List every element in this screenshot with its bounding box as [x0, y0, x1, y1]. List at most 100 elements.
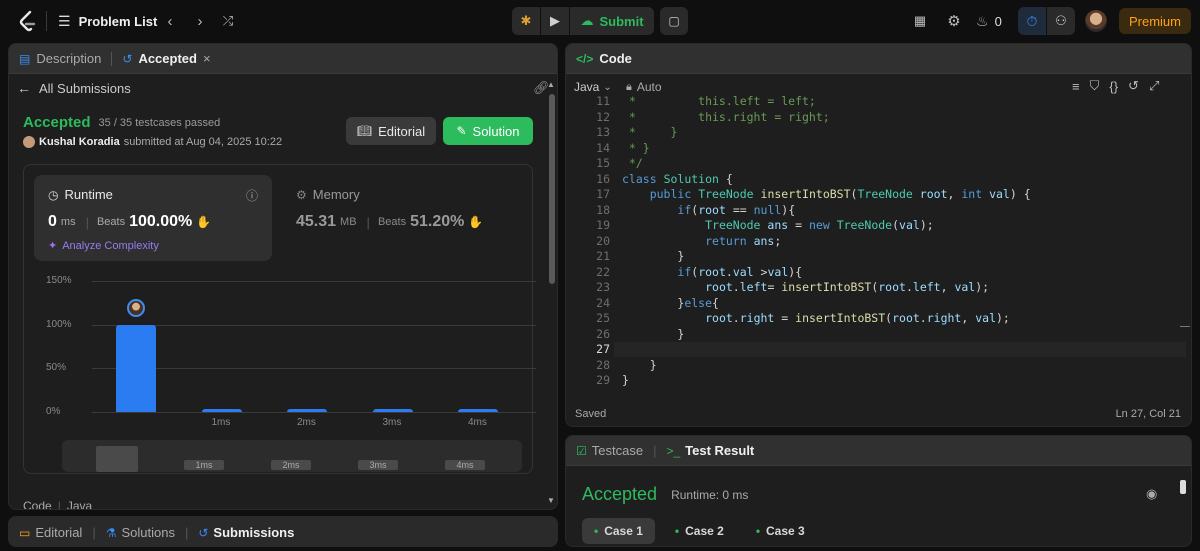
scrollbar-thumb[interactable] [1180, 480, 1186, 494]
clap-icon: ✋ [196, 215, 212, 229]
line-number: 24 [596, 295, 610, 310]
eye-icon[interactable]: ◉ [1146, 486, 1157, 502]
chart-bar[interactable] [287, 409, 327, 412]
close-icon[interactable]: × [203, 51, 211, 66]
language-selector[interactable]: Java ⌄ [574, 80, 612, 94]
settings-gear-icon[interactable]: ⚙ [940, 7, 968, 35]
tab-accepted[interactable]: ↺ Accepted × [122, 51, 210, 66]
code-text: public TreeNode insertIntoBST(TreeNode r… [649, 187, 1031, 201]
scroll-up-icon[interactable]: ▲ [547, 80, 555, 89]
chevron-down-icon: ⌄ [603, 81, 612, 93]
saved-status: Saved [575, 408, 607, 420]
code-line[interactable]: 16 class Solution { [574, 172, 1174, 188]
streak-count: 0 [994, 13, 1002, 29]
case-tab[interactable]: • Case 1 [582, 518, 655, 544]
solution-button[interactable]: ✎ Solution [443, 117, 533, 145]
memory-header: ⚙ Memory [296, 187, 360, 202]
scrollbar-thumb[interactable] [549, 94, 555, 284]
info-icon[interactable]: ⓘ [246, 187, 258, 204]
leetcode-logo-icon[interactable] [14, 7, 42, 35]
shuffle-icon[interactable]: ⤮ [214, 7, 242, 35]
code-line[interactable]: 18 if(root == null){ [574, 203, 1174, 219]
line-number: 11 [596, 94, 610, 108]
memory-card[interactable]: ⚙ Memory 45.31 MB | Beats 51.20% ✋ [286, 175, 524, 261]
code-line[interactable]: 28 } [574, 358, 1174, 374]
timer-button[interactable]: ⏱ [1018, 7, 1046, 35]
code-panel: </> Code Java ⌄ 🔒︎ Auto ≡ ⛉ {} ↺ ⤢ 11 * … [565, 43, 1192, 427]
case-tab[interactable]: • Case 2 [663, 518, 736, 544]
code-text: * } [622, 140, 650, 155]
all-submissions-link[interactable]: ← All Submissions [17, 80, 131, 96]
run-button[interactable]: ▶ [541, 7, 569, 35]
overview-label: 1ms [184, 460, 224, 470]
document-icon: ▤ [19, 51, 31, 66]
code-line[interactable]: 14 * } [574, 141, 1174, 157]
fullscreen-icon[interactable]: ⤢ [1149, 78, 1159, 94]
divider [46, 11, 47, 31]
code-line[interactable]: 21 } [574, 249, 1174, 265]
layout-grid-icon[interactable]: ▦ [906, 7, 934, 35]
chart-bar[interactable] [372, 409, 413, 412]
format-icon[interactable]: ≡ [1072, 79, 1080, 94]
notes-button[interactable]: ▢ [660, 7, 688, 35]
code-line[interactable]: 23 root.left= insertIntoBST(root.left, v… [574, 280, 1174, 296]
code-line[interactable]: 20 return ans; [574, 234, 1174, 250]
chart-bar[interactable] [116, 324, 156, 412]
add-collaborator-button[interactable]: ⚇ [1047, 7, 1075, 35]
code-line[interactable]: 15 */ [574, 156, 1174, 172]
line-number: 26 [596, 326, 610, 341]
chevron-right-icon[interactable]: › [186, 7, 214, 35]
avatar[interactable] [1085, 10, 1107, 32]
code-text: } [622, 326, 685, 341]
left-panel-tabs: ▤ Description ↺ Accepted × [9, 44, 557, 74]
scroll-down-icon[interactable]: ▼ [547, 496, 555, 505]
code-line[interactable]: 17 public TreeNode insertIntoBST(TreeNod… [574, 187, 1174, 203]
code-line[interactable]: 26 } [574, 327, 1174, 343]
code-line[interactable]: 19 TreeNode ans = new TreeNode(val); [574, 218, 1174, 234]
overview-selection[interactable] [96, 446, 138, 472]
analyze-complexity-link[interactable]: ✦ Analyze Complexity [48, 239, 159, 253]
streak-counter[interactable]: ♨ 0 [976, 7, 1002, 35]
auto-mode[interactable]: 🔒︎ Auto [626, 80, 662, 94]
code-text: }else{ [622, 295, 719, 310]
tab-testcase[interactable]: ☑ Testcase [576, 443, 643, 458]
chart-bar[interactable] [201, 409, 242, 412]
overview-label: 4ms [445, 460, 485, 470]
chevron-left-icon[interactable]: ‹ [156, 7, 184, 35]
tab-submissions[interactable]: ↺ Submissions [198, 525, 294, 540]
editorial-button[interactable]: 📖︎ Editorial [346, 117, 436, 145]
debug-button[interactable]: ✱ [512, 7, 540, 35]
premium-button[interactable]: Premium [1119, 8, 1191, 34]
code-line[interactable]: 29} [574, 373, 1174, 389]
code-line[interactable]: 12 * this.right = right; [574, 110, 1174, 126]
tab-solutions[interactable]: ⚗ Solutions [106, 525, 175, 540]
code-line[interactable]: 11 * this.left = left; [574, 94, 1174, 110]
submission-panel: ▤ Description ↺ Accepted × ← All Submiss… [8, 43, 558, 510]
username[interactable]: Kushal Koradia [39, 136, 120, 148]
code-line[interactable]: 13 * } [574, 125, 1174, 141]
bookmark-icon[interactable]: ⛉ [1090, 78, 1100, 94]
chart-overview-strip[interactable]: 1ms 2ms 3ms 4ms [62, 440, 522, 472]
code-text: root.left= insertIntoBST(root.left, val)… [705, 280, 990, 294]
problem-list-button[interactable]: ☰ Problem List [58, 7, 157, 35]
submit-button[interactable]: ☁ Submit [570, 7, 654, 35]
terminal-icon: >_ [666, 443, 681, 458]
line-number: 27 [596, 342, 610, 356]
x-tick-label: 2ms [297, 417, 316, 428]
runtime-card[interactable]: ◷ Runtime ⓘ 0 ms | Beats 100.00% ✋ ✦ Ana… [34, 175, 272, 261]
tab-description[interactable]: ▤ Description [19, 51, 101, 66]
mode-label: Auto [636, 80, 662, 94]
braces-icon[interactable]: {} [1109, 79, 1118, 94]
tab-editorial[interactable]: ▭ Editorial [19, 525, 82, 540]
line-number: 18 [596, 202, 610, 217]
code-line[interactable]: 25 root.right = insertIntoBST(root.right… [574, 311, 1174, 327]
chart-bar[interactable] [458, 409, 498, 412]
y-tick-label: 0% [46, 406, 61, 417]
case-tab[interactable]: • Case 3 [744, 518, 817, 544]
clap-icon: ✋ [468, 215, 484, 229]
line-number: 17 [596, 187, 610, 201]
reset-icon[interactable]: ↺ [1128, 78, 1139, 94]
code-line[interactable]: 22 if(root.val >val){ [574, 265, 1174, 281]
code-line[interactable]: 24 }else{ [574, 296, 1174, 312]
tab-test-result[interactable]: >_ Test Result [666, 443, 754, 458]
